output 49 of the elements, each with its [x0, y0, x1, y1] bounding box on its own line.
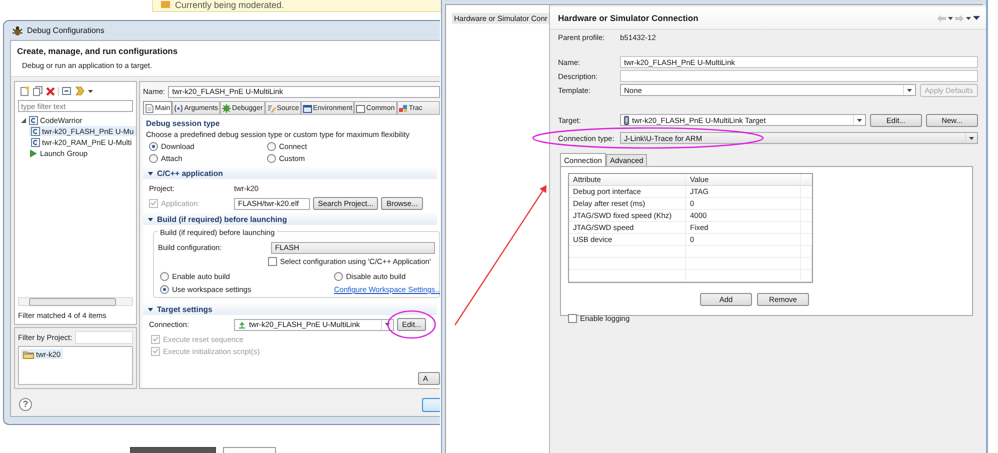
copy-icon[interactable] — [33, 86, 43, 96]
bug-icon — [12, 26, 23, 36]
caret-icon — [88, 90, 93, 92]
radio-button[interactable] — [267, 154, 276, 163]
dialog-button[interactable] — [422, 398, 440, 412]
radio-button[interactable] — [160, 285, 169, 294]
checkbox[interactable] — [568, 314, 577, 323]
highlight-ellipse — [387, 310, 436, 339]
caret-icon — [966, 16, 971, 20]
expand-icon[interactable] — [147, 170, 154, 176]
blocks-icon — [398, 104, 408, 112]
caret-icon — [906, 88, 912, 92]
play-icon — [29, 148, 38, 158]
scrollbar[interactable] — [18, 297, 133, 306]
device-icon — [624, 116, 629, 124]
new-document-icon[interactable] — [20, 86, 30, 96]
radio-button[interactable] — [160, 272, 169, 281]
notice-text: Currently being moderated. — [175, 0, 284, 10]
pencil-icon — [266, 104, 276, 112]
c-file-icon — [29, 116, 38, 124]
page-heading: Hardware or Simulator Connection — [558, 13, 700, 23]
antenna-icon — [238, 320, 246, 328]
radio-button[interactable] — [267, 142, 276, 151]
expand-icon[interactable] — [147, 306, 154, 312]
caret-icon — [857, 118, 862, 122]
caret-icon — [385, 323, 390, 326]
notice-icon — [161, 1, 170, 8]
dialog-heading: Create, manage, and run configurations — [17, 46, 179, 56]
window-title: Debug Configurations — [27, 26, 104, 35]
expand-icon[interactable] — [20, 116, 27, 124]
bracket-icon — [174, 104, 184, 112]
help-button[interactable]: ? — [19, 398, 32, 411]
checkbox[interactable] — [268, 257, 277, 266]
caret-icon — [948, 16, 953, 20]
folder-icon — [23, 350, 34, 358]
radio-button[interactable] — [334, 272, 343, 281]
window-icon — [302, 104, 312, 112]
view-menu-icon[interactable] — [973, 16, 980, 20]
caret-icon — [969, 136, 974, 140]
radio-button[interactable] — [149, 142, 158, 151]
delete-icon[interactable] — [46, 86, 55, 96]
collapse-icon[interactable] — [62, 86, 72, 96]
c-file-icon — [31, 126, 40, 136]
expand-icon[interactable] — [147, 216, 154, 222]
project-filter-field[interactable] — [75, 331, 133, 344]
gear-icon — [222, 104, 232, 112]
c-file-icon — [31, 138, 40, 146]
description-field[interactable] — [620, 70, 978, 82]
radio-button[interactable] — [149, 154, 158, 163]
